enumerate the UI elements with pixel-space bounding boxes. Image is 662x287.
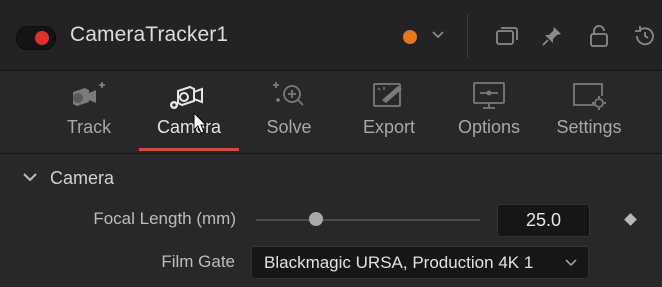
- keyframe-diamond-icon[interactable]: [624, 213, 637, 226]
- camera-icon: [170, 85, 203, 109]
- film-gate-value: Blackmagic URSA, Production 4K 1: [264, 253, 534, 272]
- focal-length-slider-track[interactable]: [256, 219, 480, 221]
- tab-label: Export: [362, 117, 416, 137]
- options-icon: [473, 82, 505, 109]
- mouse-cursor-icon: [193, 112, 208, 134]
- chevron-down-icon: [565, 259, 577, 267]
- chevron-down-icon[interactable]: [22, 171, 38, 183]
- lock-icon[interactable]: [588, 24, 610, 48]
- chevron-down-icon[interactable]: [430, 27, 446, 43]
- track-icon: [73, 82, 105, 106]
- tab-solve[interactable]: Solve: [244, 71, 334, 153]
- tab-settings[interactable]: Settings: [544, 71, 634, 153]
- reset-icon[interactable]: [631, 24, 657, 48]
- color-tag-button[interactable]: [403, 30, 417, 44]
- solve-icon: [273, 82, 304, 106]
- section-header-camera[interactable]: Camera: [0, 155, 662, 199]
- tab-label: Camera: [156, 117, 222, 137]
- toggle-indicator: [35, 31, 49, 45]
- focal-length-slider-handle[interactable]: [309, 212, 324, 226]
- focal-length-label: Focal Length (mm): [93, 209, 236, 228]
- header-divider: [467, 14, 468, 58]
- tab-label: Settings: [556, 117, 622, 137]
- node-enable-toggle[interactable]: [16, 26, 56, 50]
- export-icon: [373, 83, 402, 107]
- tab-export[interactable]: Export: [344, 71, 434, 153]
- tab-options[interactable]: Options: [444, 71, 534, 153]
- versions-icon[interactable]: [494, 24, 520, 48]
- active-tab-indicator: [139, 148, 239, 151]
- tab-label: Track: [66, 117, 112, 137]
- settings-icon: [573, 83, 606, 110]
- pin-icon[interactable]: [540, 24, 564, 48]
- inspector-panel: CameraTracker1 Track Camera Solve Export…: [0, 0, 662, 287]
- tab-track[interactable]: Track: [44, 71, 134, 153]
- tab-camera[interactable]: Camera: [144, 71, 234, 153]
- tab-label: Solve: [266, 117, 312, 137]
- tab-bar: Track Camera Solve Export Options Settin…: [0, 71, 662, 154]
- node-header: CameraTracker1: [0, 0, 662, 71]
- section-title: Camera: [50, 168, 115, 188]
- film-gate-dropdown[interactable]: Blackmagic URSA, Production 4K 1: [251, 246, 589, 279]
- tab-label: Options: [457, 117, 521, 137]
- node-title: CameraTracker1: [70, 23, 229, 46]
- film-gate-label: Film Gate: [161, 252, 235, 271]
- focal-length-input[interactable]: 25.0: [497, 204, 590, 237]
